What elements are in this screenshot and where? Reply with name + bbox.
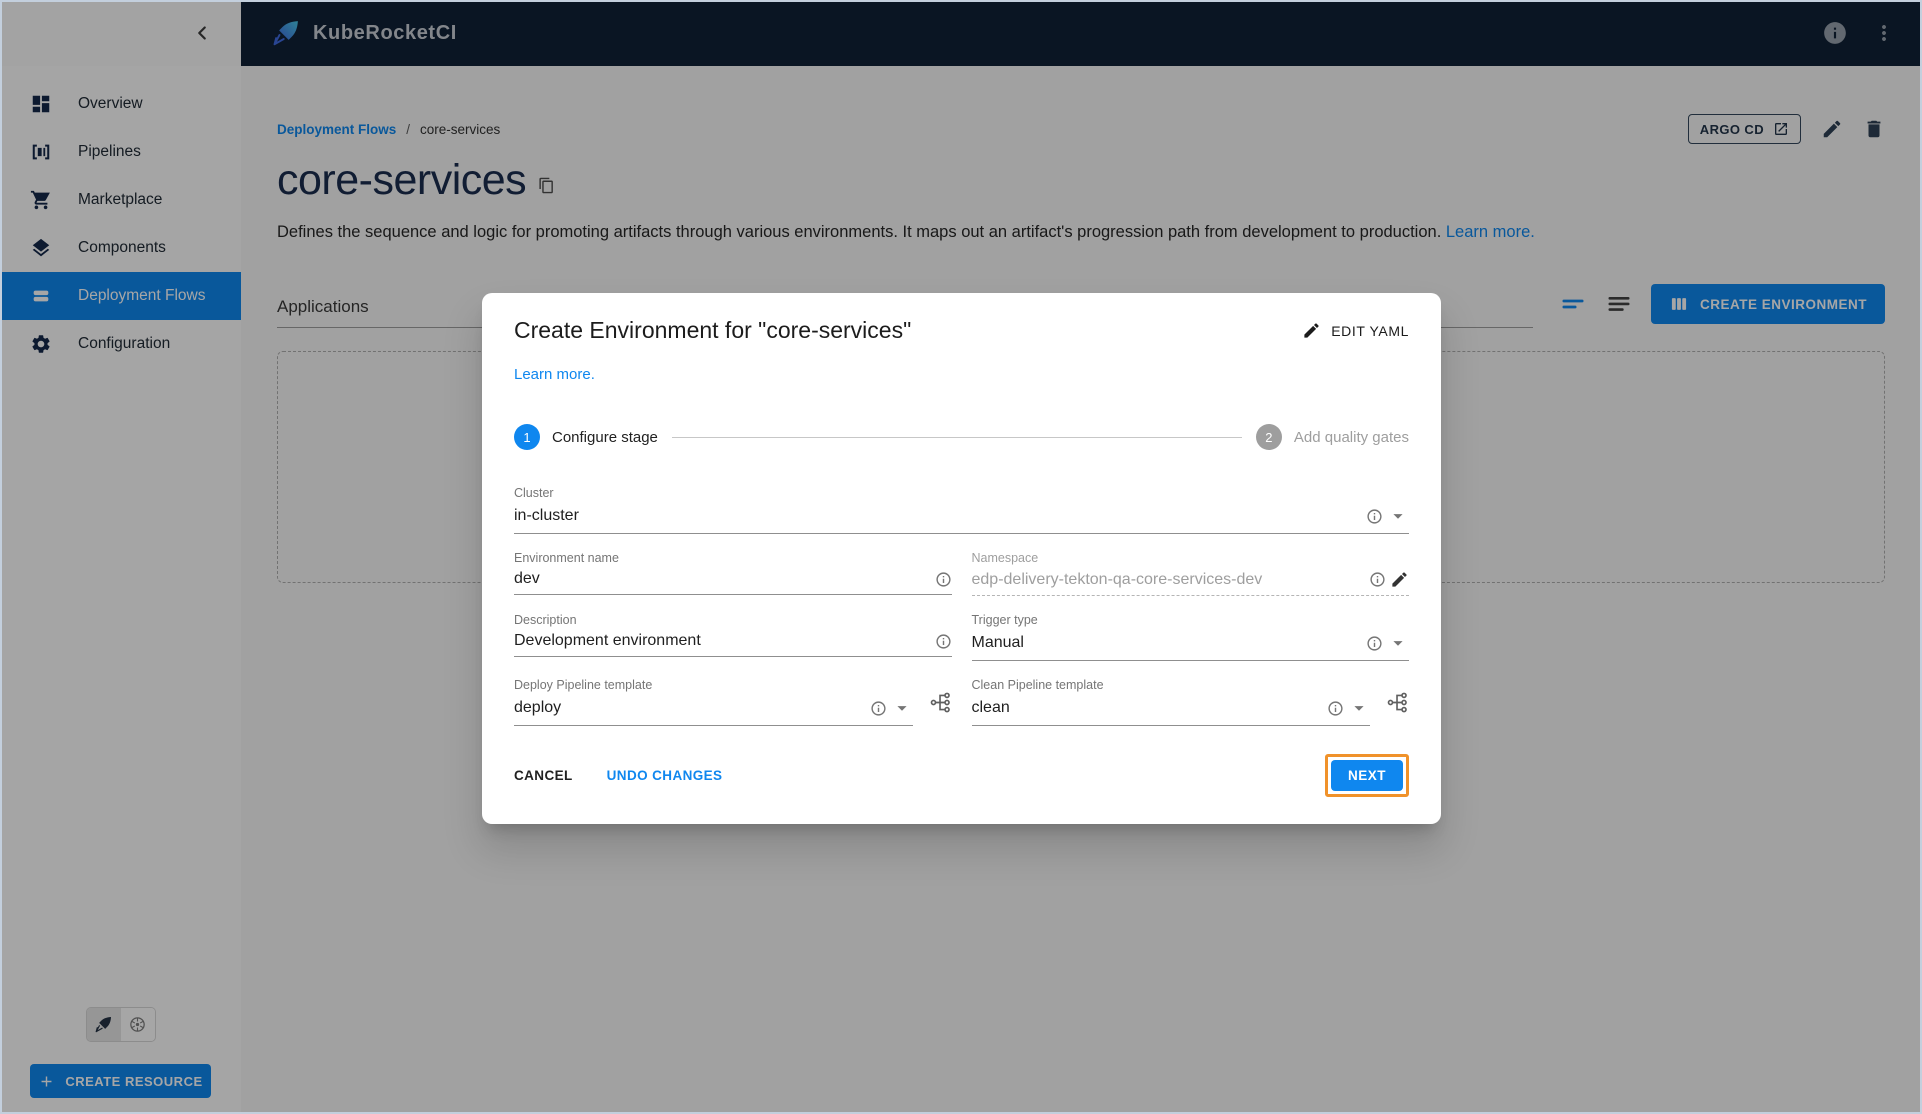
stepper-connector <box>672 437 1242 438</box>
view-deploy-pipeline-button[interactable] <box>929 691 952 714</box>
clean-pipeline-template-label: Clean Pipeline template <box>972 678 1371 692</box>
info-outline-icon[interactable] <box>870 700 887 717</box>
trigger-type-field: Trigger type Manual <box>972 613 1410 661</box>
edit-icon <box>1302 321 1321 340</box>
deploy-pipeline-template-field: Deploy Pipeline template deploy <box>514 678 913 726</box>
caret-down-icon <box>891 697 913 719</box>
cluster-field: Cluster in-cluster <box>514 486 1409 534</box>
pipeline-tree-icon <box>929 691 952 714</box>
environment-name-input[interactable]: dev <box>514 570 952 595</box>
clean-pipeline-template-value: clean <box>972 699 1328 717</box>
cancel-button[interactable]: CANCEL <box>514 768 573 783</box>
view-clean-pipeline-button[interactable] <box>1386 691 1409 714</box>
info-outline-icon[interactable] <box>1366 508 1383 525</box>
step-2-label: Add quality gates <box>1294 429 1409 446</box>
dialog-learn-more-link[interactable]: Learn more. <box>514 366 595 383</box>
undo-changes-button[interactable]: UNDO CHANGES <box>607 768 723 783</box>
deploy-pipeline-template-value: deploy <box>514 699 870 717</box>
description-field: Description Development environment <box>514 613 952 661</box>
cluster-select[interactable]: in-cluster <box>514 505 1409 534</box>
dialog-footer: CANCEL UNDO CHANGES NEXT <box>514 754 1409 797</box>
namespace-value: edp-delivery-tekton-qa-core-services-dev <box>972 571 1370 589</box>
next-button[interactable]: NEXT <box>1331 760 1403 791</box>
cluster-label: Cluster <box>514 486 1409 500</box>
step-1-label: Configure stage <box>552 429 658 446</box>
create-environment-dialog: Create Environment for "core-services" E… <box>482 293 1441 824</box>
caret-down-icon <box>1387 505 1409 527</box>
caret-down-icon <box>1387 632 1409 654</box>
description-value: Development environment <box>514 632 935 650</box>
edit-icon <box>1390 570 1409 589</box>
edit-yaml-label: EDIT YAML <box>1331 323 1409 339</box>
configure-stage-form: Cluster in-cluster Environment name <box>514 486 1409 726</box>
info-outline-icon[interactable] <box>1366 635 1383 652</box>
deploy-pipeline-template-label: Deploy Pipeline template <box>514 678 913 692</box>
clean-pipeline-template-select[interactable]: clean <box>972 697 1371 726</box>
info-outline-icon[interactable] <box>1369 571 1386 588</box>
step-1-circle: 1 <box>514 424 540 450</box>
environment-name-field: Environment name dev <box>514 551 952 596</box>
info-outline-icon[interactable] <box>935 571 952 588</box>
info-outline-icon[interactable] <box>935 633 952 650</box>
namespace-label: Namespace <box>972 551 1410 565</box>
step-add-quality-gates[interactable]: 2 Add quality gates <box>1256 424 1409 450</box>
info-outline-icon[interactable] <box>1327 700 1344 717</box>
description-label: Description <box>514 613 952 627</box>
pipeline-tree-icon <box>1386 691 1409 714</box>
namespace-input: edp-delivery-tekton-qa-core-services-dev <box>972 570 1410 596</box>
environment-name-label: Environment name <box>514 551 952 565</box>
description-input[interactable]: Development environment <box>514 632 952 657</box>
dialog-title: Create Environment for "core-services" <box>514 317 911 344</box>
stepper: 1 Configure stage 2 Add quality gates <box>514 424 1409 450</box>
cluster-value: in-cluster <box>514 507 1366 525</box>
caret-down-icon <box>1348 697 1370 719</box>
clean-pipeline-template-field: Clean Pipeline template clean <box>972 678 1371 726</box>
next-button-highlight: NEXT <box>1325 754 1409 797</box>
step-2-circle: 2 <box>1256 424 1282 450</box>
step-configure-stage[interactable]: 1 Configure stage <box>514 424 658 450</box>
trigger-type-label: Trigger type <box>972 613 1410 627</box>
edit-yaml-button[interactable]: EDIT YAML <box>1302 321 1409 340</box>
namespace-field: Namespace edp-delivery-tekton-qa-core-se… <box>972 551 1410 596</box>
trigger-type-value: Manual <box>972 634 1367 652</box>
trigger-type-select[interactable]: Manual <box>972 632 1410 661</box>
deploy-pipeline-template-select[interactable]: deploy <box>514 697 913 726</box>
edit-namespace-button[interactable] <box>1390 570 1409 589</box>
environment-name-value: dev <box>514 570 935 588</box>
